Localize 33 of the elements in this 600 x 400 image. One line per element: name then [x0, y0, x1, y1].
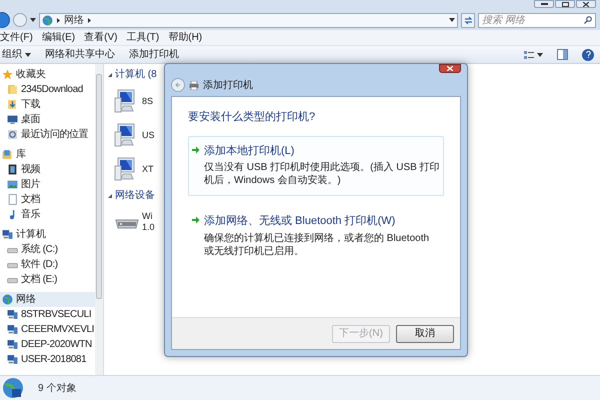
dialog-title: 添加打印机 — [203, 78, 253, 92]
item-label: 8S — [142, 96, 154, 106]
sidebar-group-label: 网络 — [16, 293, 36, 307]
sidebar-item-label: CEEERMVXEVLI — [21, 323, 94, 337]
sidebar-group-label: 收藏夹 — [16, 68, 46, 82]
option-title: 添加本地打印机(L) — [204, 144, 296, 158]
sidebar-item-label: 下载 — [21, 98, 40, 112]
sidebar-item-label: USER-2018081 — [21, 353, 86, 367]
sidebar-item-label: 系统 (C:) — [21, 242, 58, 257]
group-header: 网络设备 — [115, 189, 155, 203]
sidebar-item-label: 2345Download — [21, 83, 83, 97]
sidebar-item-label: 最近访问的位置 — [21, 128, 88, 142]
sidebar-item-label: 8STRBVSECULI — [21, 308, 92, 322]
sidebar-item-label: 文档 (E:) — [21, 272, 58, 287]
option-description: 仅当没有 USB 打印机时使用此选项。(插入 USB 打印机后，Windows 会自动安装。) — [204, 161, 440, 187]
sidebar-item-label: 桌面 — [21, 112, 40, 127]
sidebar-group-label: 计算机 — [16, 228, 46, 242]
group-header: 计算机 (8 — [115, 68, 157, 82]
item-label: US — [142, 130, 155, 140]
item-label: XT — [142, 164, 154, 174]
dialog-heading: 要安装什么类型的打印机? — [188, 110, 316, 125]
sidebar-item-label: 软件 (D:) — [21, 258, 58, 272]
item-label: Wi — [142, 211, 154, 222]
sidebar-group-label: 库 — [16, 148, 26, 162]
item-label: 1.0 — [142, 222, 155, 233]
sidebar-item-label: 视频 — [21, 162, 40, 177]
sidebar-item-label: 图片 — [21, 178, 40, 192]
sidebar-item-label: 文档 — [21, 192, 40, 207]
sidebar-item-label: DEEP-2020WTN — [21, 338, 92, 352]
option-title: 添加网络、无线或 Bluetooth 打印机(W) — [204, 214, 396, 229]
sidebar-item-label: 音乐 — [21, 208, 40, 222]
option-description: 确保您的计算机已连接到网络，或者您的 Bluetooth 或无线打印机已启用。 — [204, 232, 430, 258]
status-text: 9 个对象 — [38, 382, 76, 396]
